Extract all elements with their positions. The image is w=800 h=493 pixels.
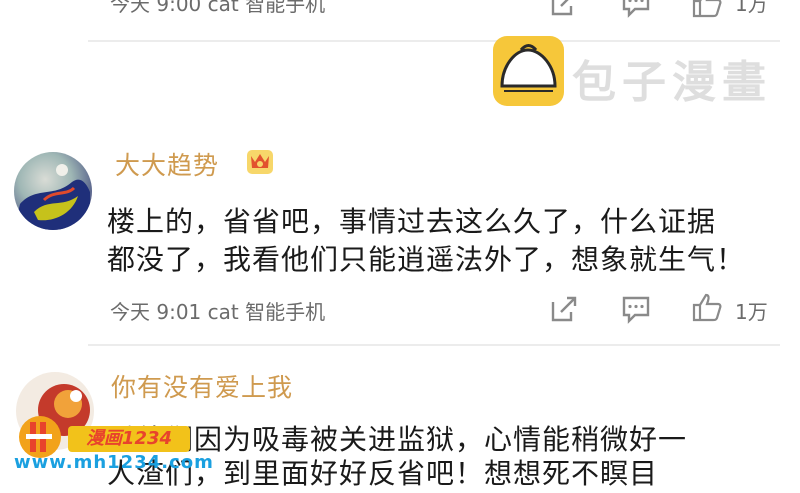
comment-meta: 今天 9:00 cat 智能手机 [110,0,326,16]
baozi-logo [493,36,564,106]
like-icon[interactable] [692,0,722,18]
comment-icon[interactable] [621,294,651,324]
comment-body-line: 楼上的，省省吧，事情过去这么久了，什么证据 [107,205,717,238]
bun-icon [500,44,557,92]
username[interactable]: 你有没有爱上我 [111,368,293,404]
watermark-text: 包子漫畫 [572,57,772,108]
like-icon[interactable] [692,292,722,322]
username[interactable]: 大大趋势 [115,146,219,182]
comment-icon[interactable] [621,0,651,18]
like-count: 1万 [735,0,768,16]
share-icon[interactable] [549,294,579,324]
share-icon[interactable] [549,0,579,18]
comment-body-line: 都没了，我看他们只能逍遥法外了，想象就生气！ [107,243,746,276]
site-watermark-tag: 漫画1234 [68,426,190,452]
site-watermark-url: www.mh1234.com [14,452,214,473]
like-count: 1万 [735,300,768,324]
divider [88,344,780,346]
divider [88,40,780,42]
avatar[interactable] [14,152,92,230]
vip-badge-icon [247,150,273,174]
comment-meta: 今天 9:01 cat 智能手机 [110,300,326,324]
